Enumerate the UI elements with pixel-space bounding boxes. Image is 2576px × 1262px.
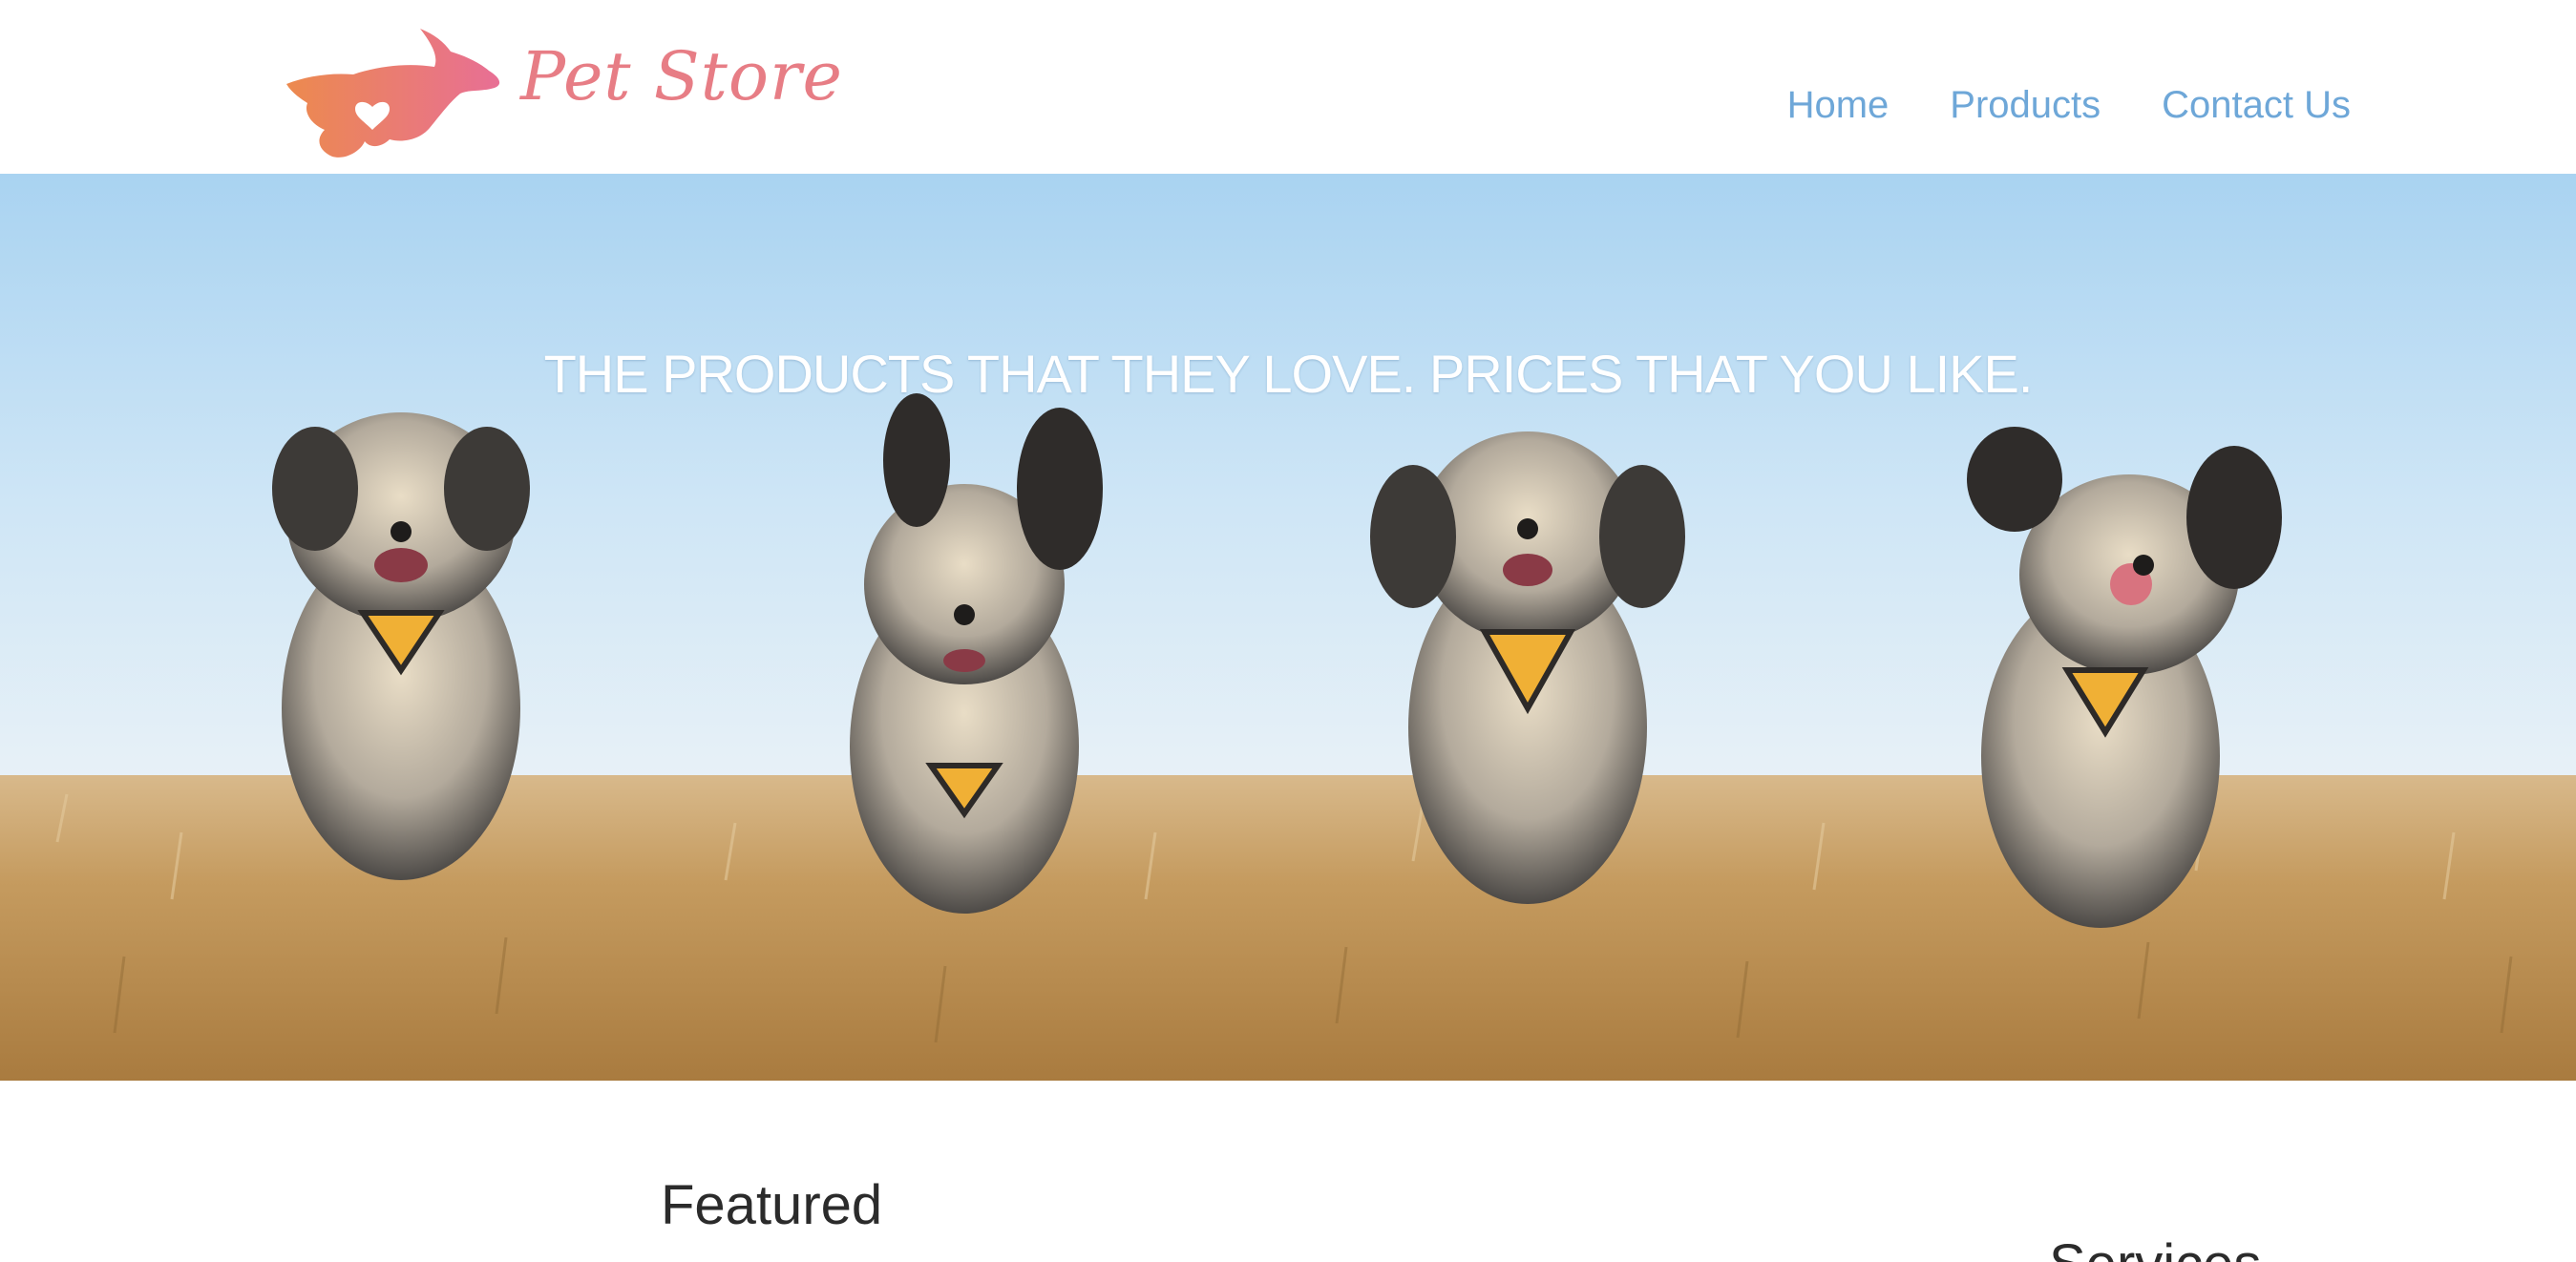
site-header: Pet Store Home Products Contact Us bbox=[0, 0, 2576, 174]
running-dog-heart-icon bbox=[286, 29, 500, 158]
logo-link[interactable]: Pet Store bbox=[277, 17, 842, 162]
hero-banner: THE PRODUCTS THAT THEY LOVE. PRICES THAT… bbox=[0, 174, 2576, 1081]
nav-products-link[interactable]: Products bbox=[1950, 76, 2101, 134]
hero-tagline: THE PRODUCTS THAT THEY LOVE. PRICES THAT… bbox=[543, 344, 2034, 404]
page: Pet Store Home Products Contact Us THE P… bbox=[0, 0, 2576, 1262]
logo-text: Pet Store bbox=[520, 37, 843, 116]
featured-heading: Featured bbox=[661, 1174, 883, 1236]
nav-contact-us-link[interactable]: Contact Us bbox=[2162, 76, 2351, 134]
dog-photo-1 bbox=[272, 412, 530, 880]
hero-image bbox=[0, 174, 2576, 1081]
services-heading: Services bbox=[2049, 1231, 2261, 1262]
nav-home-link[interactable]: Home bbox=[1787, 76, 1890, 134]
main-nav: Home Products Contact Us bbox=[1787, 76, 2351, 134]
